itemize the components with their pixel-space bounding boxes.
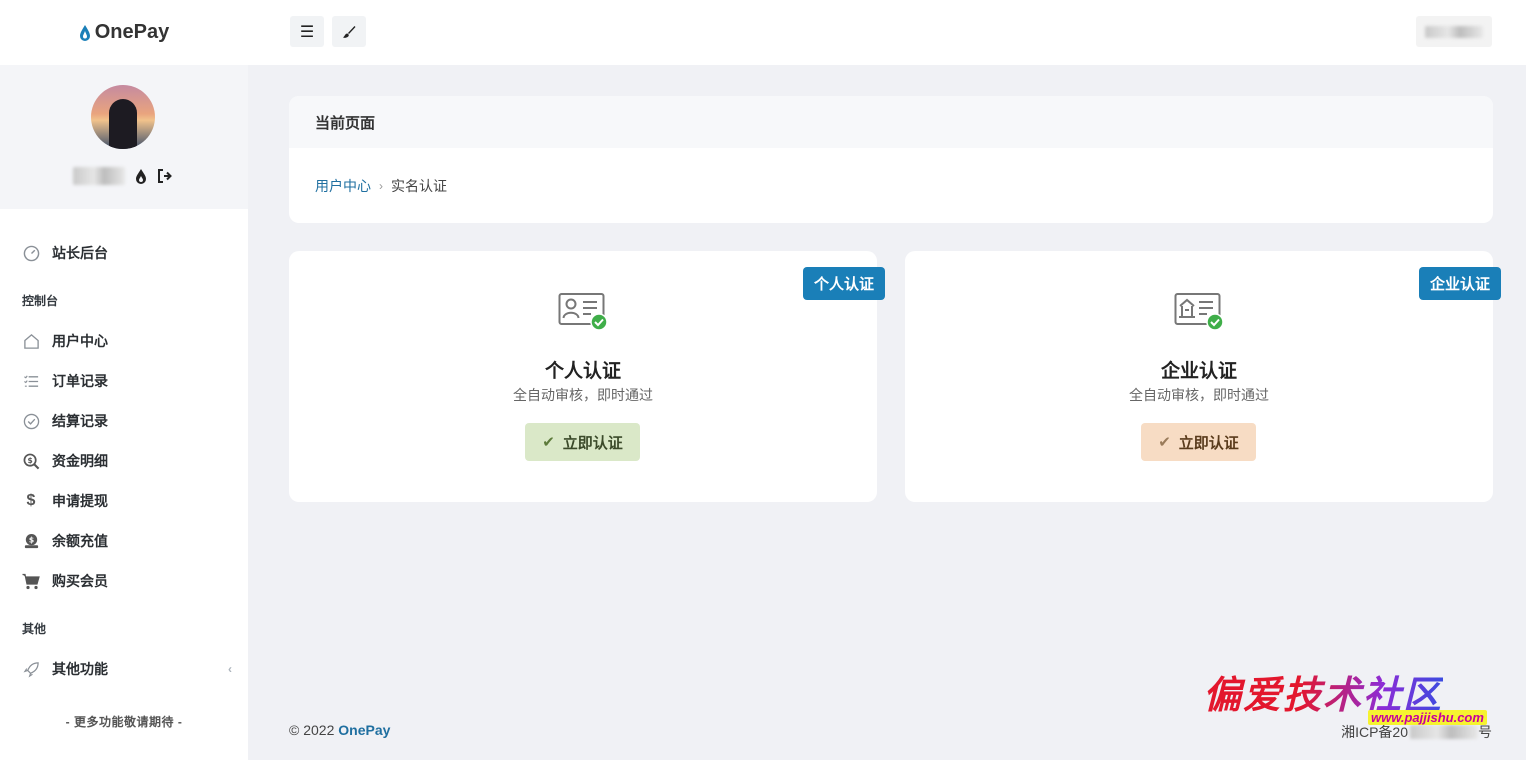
sidebar-item-orders[interactable]: 订单记录 [0, 361, 248, 401]
card-title: 企业认证 [1160, 361, 1237, 382]
id-card-company-icon [1174, 293, 1224, 331]
sidebar-item-label: 购买会员 [52, 573, 108, 589]
profile-panel [0, 65, 248, 209]
sidebar-item-withdraw[interactable]: $ 申请提现 [0, 481, 248, 521]
sidebar-heading-console: 控制台 [22, 294, 59, 308]
more-features-note: - 更多功能敬请期待 - [65, 715, 183, 729]
sidebar-item-funds[interactable]: $ 资金明细 [0, 441, 248, 481]
user-menu-button[interactable] [1416, 16, 1492, 47]
coins-icon: $ [22, 532, 40, 550]
sidebar-item-label: 其他功能 [52, 661, 108, 677]
verify-personal-button[interactable]: ✔ 立即认证 [525, 423, 640, 461]
sidebar-item-label: 用户中心 [52, 333, 108, 349]
footer-icp[interactable]: 湘ICP备20 号 [1341, 722, 1492, 742]
sidebar-item-label: 站长后台 [52, 245, 108, 261]
sidebar-heading-other: 其他 [22, 622, 47, 636]
sidebar-item-label: 资金明细 [52, 453, 108, 469]
sidebar-item-recharge[interactable]: $ 余额充值 [0, 521, 248, 561]
svg-text:$: $ [28, 535, 33, 544]
sidebar-item-dashboard[interactable]: 站长后台 [0, 233, 248, 273]
icp-number-blurred [1410, 725, 1478, 739]
drop-icon [79, 24, 90, 41]
brand-name: OnePay [94, 21, 170, 43]
theme-button[interactable] [332, 16, 366, 47]
sidebar-item-user-center[interactable]: 用户中心 [0, 321, 248, 361]
cart-icon [22, 572, 40, 590]
check-icon: ✔ [542, 434, 555, 451]
check-circle-icon [22, 412, 40, 430]
footer-copyright: © 2022 OnePay [289, 722, 390, 738]
chevron-left-icon: ‹ [228, 662, 232, 676]
hamburger-icon: ☰ [299, 23, 315, 41]
watermark-url: www.pajjishu.com [1368, 710, 1487, 725]
personal-badge: 个人认证 [802, 267, 885, 300]
sidebar-item-label: 结算记录 [52, 413, 108, 429]
enterprise-badge: 企业认证 [1418, 267, 1501, 300]
dollar-icon: $ [26, 492, 36, 509]
top-bar: OnePay ☰ [0, 0, 1526, 65]
list-icon [22, 372, 40, 390]
button-label: 立即认证 [562, 434, 623, 452]
rocket-icon [22, 660, 40, 678]
menu-toggle-button[interactable]: ☰ [290, 16, 324, 47]
sidebar-item-label: 余额充值 [52, 533, 108, 549]
username-blurred [1425, 25, 1483, 38]
breadcrumb: 用户中心 › 实名认证 [289, 148, 1493, 223]
svg-text:$: $ [27, 455, 32, 464]
verify-enterprise-button[interactable]: ✔ 立即认证 [1141, 423, 1256, 461]
fire-icon[interactable] [133, 168, 149, 184]
logout-icon[interactable] [157, 168, 173, 184]
search-dollar-icon: $ [22, 452, 40, 470]
brush-icon [343, 25, 356, 38]
copyright-text: © 2022 [289, 722, 339, 738]
sidebar-item-settlements[interactable]: 结算记录 [0, 401, 248, 441]
card-subtitle: 全自动审核，即时通过 [1129, 387, 1269, 403]
id-card-person-icon [558, 293, 608, 331]
card-title: 个人认证 [544, 361, 621, 382]
sidebar-item-other-features[interactable]: 其他功能 ‹ [0, 649, 248, 689]
enterprise-verification-card: 企业认证 企业认证 全自动审核，即时通过 ✔ 立即认证 [905, 251, 1501, 502]
sidebar: 站长后台 控制台 用户中心 订单记录 结算记录 $ 资金明细 $ 申请提现 $ … [0, 65, 248, 760]
icp-suffix: 号 [1478, 724, 1492, 740]
personal-verification-card: 个人认证 个人认证 全自动审核，即时通过 ✔ 立即认证 [289, 251, 885, 502]
profile-name-blurred [73, 167, 125, 185]
brand-logo[interactable]: OnePay [0, 21, 248, 44]
breadcrumb-card: 当前页面 用户中心 › 实名认证 [289, 96, 1493, 223]
footer-brand-link[interactable]: OnePay [338, 722, 390, 738]
card-subtitle: 全自动审核，即时通过 [513, 387, 653, 403]
home-icon [22, 332, 40, 350]
breadcrumb-header: 当前页面 [289, 96, 1493, 148]
sidebar-item-membership[interactable]: 购买会员 [0, 561, 248, 601]
breadcrumb-current: 实名认证 [391, 177, 447, 194]
breadcrumb-link-user-center[interactable]: 用户中心 [315, 176, 371, 196]
icp-prefix: 湘ICP备20 [1341, 724, 1408, 740]
check-icon: ✔ [1158, 434, 1171, 451]
dashboard-icon [22, 244, 40, 262]
button-label: 立即认证 [1178, 434, 1239, 452]
sidebar-item-label: 申请提现 [52, 493, 108, 509]
sidebar-item-label: 订单记录 [52, 373, 108, 389]
chevron-right-icon: › [379, 178, 383, 193]
avatar[interactable] [91, 85, 155, 149]
watermark: 偏爱技术社区 www.pajjishu.com [1203, 664, 1487, 725]
